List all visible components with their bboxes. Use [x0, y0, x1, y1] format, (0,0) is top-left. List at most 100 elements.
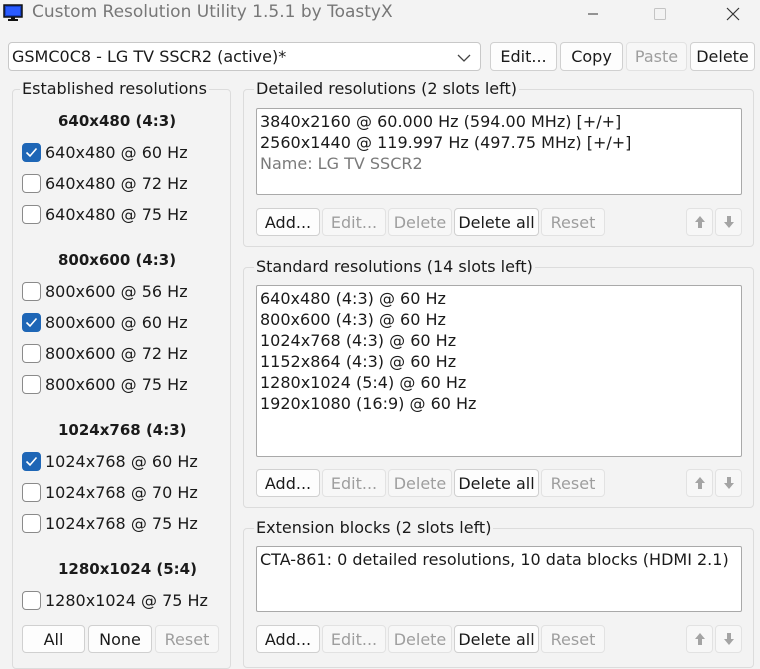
resolution-checkbox-label: 1280x1024 @ 75 Hz	[45, 591, 208, 610]
extension-reset-button[interactable]: Reset	[541, 625, 605, 653]
checkmark-icon	[25, 317, 38, 328]
arrow-up-icon	[694, 216, 705, 228]
established-resolutions-title: Established resolutions	[20, 79, 209, 98]
resolution-checkbox[interactable]: 800x600 @ 56 Hz	[22, 282, 188, 301]
checkmark-icon	[25, 456, 38, 467]
resolution-checkbox-label: 1024x768 @ 60 Hz	[45, 452, 198, 471]
arrow-up-icon	[694, 633, 705, 645]
list-item[interactable]: 1152x864 (4:3) @ 60 Hz	[260, 351, 738, 372]
resolution-checkbox-label: 1024x768 @ 75 Hz	[45, 514, 198, 533]
monitor-icon	[3, 4, 23, 22]
paste-button[interactable]: Paste	[626, 42, 687, 71]
resolution-checkbox[interactable]: 640x480 @ 72 Hz	[22, 174, 188, 193]
edit-monitor-button[interactable]: Edit...	[490, 42, 557, 71]
checkbox-checked[interactable]	[22, 452, 41, 471]
standard-resolutions-list[interactable]: 640x480 (4:3) @ 60 Hz 800x600 (4:3) @ 60…	[256, 285, 742, 457]
resolution-group-header: 800x600 (4:3)	[58, 251, 177, 269]
reset-established-button[interactable]: Reset	[155, 625, 219, 653]
monitor-select[interactable]: GSMC0C8 - LG TV SSCR2 (active)*	[8, 42, 481, 71]
detailed-reset-button[interactable]: Reset	[541, 208, 605, 236]
arrow-down-icon	[723, 633, 734, 645]
extension-blocks-title: Extension blocks (2 slots left)	[254, 518, 494, 537]
arrow-up-icon	[694, 477, 705, 489]
resolution-checkbox-label: 640x480 @ 72 Hz	[45, 174, 188, 193]
resolution-group-header: 1024x768 (4:3)	[58, 421, 187, 439]
window-title: Custom Resolution Utility 1.5.1 by Toast…	[32, 2, 393, 22]
arrow-down-icon	[723, 216, 734, 228]
standard-resolutions-title: Standard resolutions (14 slots left)	[254, 257, 535, 276]
checkbox-unchecked[interactable]	[22, 344, 41, 363]
resolution-checkbox[interactable]: 800x600 @ 75 Hz	[22, 375, 188, 394]
maximize-button[interactable]	[637, 0, 683, 28]
detailed-resolutions-title: Detailed resolutions (2 slots left)	[254, 79, 519, 98]
resolution-checkbox[interactable]: 800x600 @ 60 Hz	[22, 313, 188, 332]
extension-edit-button[interactable]: Edit...	[322, 625, 386, 653]
extension-move-up-button[interactable]	[686, 625, 713, 653]
resolution-checkbox[interactable]: 1024x768 @ 60 Hz	[22, 452, 198, 471]
resolution-checkbox[interactable]: 640x480 @ 75 Hz	[22, 205, 188, 224]
detailed-edit-button[interactable]: Edit...	[322, 208, 386, 236]
extension-delete-button[interactable]: Delete	[388, 625, 452, 653]
checkbox-unchecked[interactable]	[22, 514, 41, 533]
resolution-checkbox-label: 1024x768 @ 70 Hz	[45, 483, 198, 502]
copy-button[interactable]: Copy	[560, 42, 623, 71]
monitor-select-value: GSMC0C8 - LG TV SSCR2 (active)*	[12, 47, 287, 66]
minimize-button[interactable]	[570, 0, 616, 28]
extension-blocks-list[interactable]: CTA-861: 0 detailed resolutions, 10 data…	[256, 546, 742, 612]
standard-reset-button[interactable]: Reset	[541, 469, 605, 497]
close-icon	[726, 7, 740, 21]
none-button[interactable]: None	[88, 625, 152, 653]
detailed-move-down-button[interactable]	[715, 208, 742, 236]
all-button[interactable]: All	[22, 625, 85, 653]
delete-monitor-button[interactable]: Delete	[690, 42, 755, 71]
standard-move-up-button[interactable]	[686, 469, 713, 497]
standard-edit-button[interactable]: Edit...	[322, 469, 386, 497]
checkbox-checked[interactable]	[22, 313, 41, 332]
minimize-icon	[588, 13, 598, 15]
resolution-checkbox[interactable]: 1024x768 @ 75 Hz	[22, 514, 198, 533]
list-item[interactable]: 800x600 (4:3) @ 60 Hz	[260, 309, 738, 330]
maximize-icon	[654, 8, 666, 20]
monitor-name-item[interactable]: Name: LG TV SSCR2	[260, 153, 738, 174]
resolution-checkbox[interactable]: 800x600 @ 72 Hz	[22, 344, 188, 363]
detailed-move-up-button[interactable]	[686, 208, 713, 236]
resolution-group-header: 1280x1024 (5:4)	[58, 560, 197, 578]
resolution-checkbox-label: 640x480 @ 60 Hz	[45, 143, 188, 162]
extension-add-button[interactable]: Add...	[256, 625, 320, 653]
extension-delete-all-button[interactable]: Delete all	[454, 625, 539, 653]
checkbox-unchecked[interactable]	[22, 174, 41, 193]
standard-add-button[interactable]: Add...	[256, 469, 320, 497]
list-item[interactable]: 1280x1024 (5:4) @ 60 Hz	[260, 372, 738, 393]
checkbox-checked[interactable]	[22, 143, 41, 162]
title-bar[interactable]: Custom Resolution Utility 1.5.1 by Toast…	[0, 0, 760, 28]
checkbox-unchecked[interactable]	[22, 282, 41, 301]
detailed-add-button[interactable]: Add...	[256, 208, 320, 236]
list-item[interactable]: 2560x1440 @ 119.997 Hz (497.75 MHz) [+/+…	[260, 132, 738, 153]
list-item[interactable]: 1024x768 (4:3) @ 60 Hz	[260, 330, 738, 351]
extension-move-down-button[interactable]	[715, 625, 742, 653]
list-item[interactable]: 640x480 (4:3) @ 60 Hz	[260, 288, 738, 309]
list-item[interactable]: CTA-861: 0 detailed resolutions, 10 data…	[260, 549, 738, 570]
standard-delete-button[interactable]: Delete	[388, 469, 452, 497]
checkmark-icon	[25, 147, 38, 158]
resolution-checkbox-label: 800x600 @ 60 Hz	[45, 313, 188, 332]
resolution-checkbox[interactable]: 1280x1024 @ 75 Hz	[22, 591, 208, 610]
detailed-delete-all-button[interactable]: Delete all	[454, 208, 539, 236]
list-item[interactable]: 1920x1080 (16:9) @ 60 Hz	[260, 393, 738, 414]
resolution-checkbox-label: 640x480 @ 75 Hz	[45, 205, 188, 224]
resolution-checkbox[interactable]: 1024x768 @ 70 Hz	[22, 483, 198, 502]
list-item[interactable]: 3840x2160 @ 60.000 Hz (594.00 MHz) [+/+]	[260, 111, 738, 132]
standard-move-down-button[interactable]	[715, 469, 742, 497]
standard-delete-all-button[interactable]: Delete all	[454, 469, 539, 497]
checkbox-unchecked[interactable]	[22, 205, 41, 224]
checkbox-unchecked[interactable]	[22, 591, 41, 610]
resolution-checkbox-label: 800x600 @ 75 Hz	[45, 375, 188, 394]
detailed-delete-button[interactable]: Delete	[388, 208, 452, 236]
checkbox-unchecked[interactable]	[22, 483, 41, 502]
resolution-group-header: 640x480 (4:3)	[58, 112, 177, 130]
chevron-down-icon	[457, 54, 471, 62]
resolution-checkbox[interactable]: 640x480 @ 60 Hz	[22, 143, 188, 162]
detailed-resolutions-list[interactable]: 3840x2160 @ 60.000 Hz (594.00 MHz) [+/+]…	[256, 108, 742, 195]
checkbox-unchecked[interactable]	[22, 375, 41, 394]
close-button[interactable]	[710, 0, 756, 28]
